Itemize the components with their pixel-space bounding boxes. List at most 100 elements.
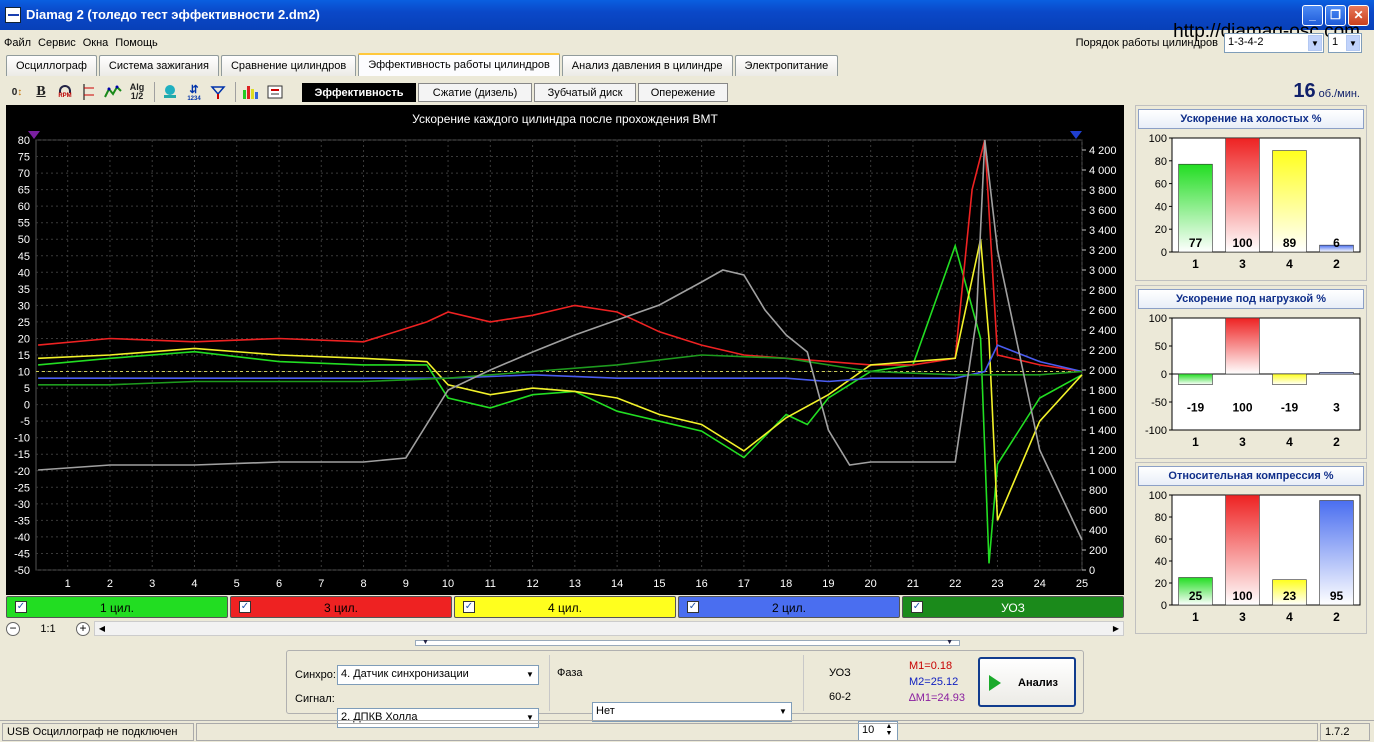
x-tick-label: 12 <box>526 578 538 590</box>
status-bar: USB Осциллограф не подключен 1.7.2 <box>0 720 1374 742</box>
menu-help[interactable]: Помощь <box>111 31 161 49</box>
y-axis: 80757065605550454035302520151050-5-10-15… <box>14 135 30 577</box>
bar-value-label: 77 <box>1189 236 1203 250</box>
firing-order-select[interactable]: 1-3-4-2 ▼ <box>1224 33 1324 53</box>
tab-cylinder-efficiency[interactable]: Эффективность работы цилиндров <box>358 53 560 76</box>
analyze-button[interactable]: Анализ <box>978 657 1076 707</box>
subtab-tooth-disk[interactable]: Зубчатый диск <box>534 82 636 102</box>
menu-windows[interactable]: Окна <box>79 31 112 49</box>
checkbox-icon[interactable]: ✓ <box>911 601 923 613</box>
y-tick-label: 60 <box>18 201 30 213</box>
y-tick-label: 55 <box>18 218 30 230</box>
zoom-out-icon[interactable]: − <box>6 621 20 636</box>
bar-y-tick-label: 80 <box>1155 156 1167 168</box>
checkbox-icon[interactable]: ✓ <box>15 601 27 613</box>
sync-icon[interactable]: ⇵ 1234 <box>183 81 205 103</box>
scroll-left-icon[interactable]: ◀ <box>95 622 109 635</box>
bar-y-tick-label: 40 <box>1155 556 1167 568</box>
y2-tick-label: 400 <box>1089 525 1107 537</box>
phase-select[interactable]: Нет ▼ <box>592 702 792 722</box>
panel-title: Ускорение под нагрузкой % <box>1138 289 1364 309</box>
checkbox-icon[interactable]: ✓ <box>687 601 699 613</box>
cylinder-select[interactable]: 1 ▼ <box>1328 33 1362 53</box>
bar-category-label: 2 <box>1333 610 1340 624</box>
uoz-label: УОЗ <box>829 667 851 679</box>
y-tick-label: 25 <box>18 317 30 329</box>
y-tick-label: -15 <box>14 449 30 461</box>
tab-cylinder-compare[interactable]: Сравнение цилиндров <box>220 55 357 76</box>
menu-file[interactable]: Файл <box>0 31 34 49</box>
y2-tick-label: 4 200 <box>1089 145 1117 157</box>
smooth-icon[interactable] <box>102 81 124 103</box>
tab-pressure-analysis[interactable]: Анализ давления в цилиндре <box>561 55 733 76</box>
y-tick-label: 15 <box>18 350 30 362</box>
efficiency-chart[interactable]: Ускорение каждого цилиндра после прохожд… <box>6 105 1124 595</box>
marker-icon[interactable] <box>207 81 229 103</box>
tab-power-supply[interactable]: Электропитание <box>734 55 839 76</box>
scroll-right-icon[interactable]: ▶ <box>1109 622 1123 635</box>
legend-cyl-3[interactable]: ✓ 3 цил. <box>230 596 452 618</box>
zero-shift-icon[interactable]: 0 ↕ <box>6 81 28 103</box>
y-tick-label: -30 <box>14 499 30 511</box>
analyze-label: Анализ <box>1018 677 1058 689</box>
zoom-in-icon[interactable]: + <box>76 621 90 636</box>
filter-icon[interactable] <box>159 81 181 103</box>
x-tick-label: 15 <box>653 578 665 590</box>
legend-uoz[interactable]: ✓ УОЗ <box>902 596 1124 618</box>
controls-panel: Синхро: 4. Датчик синхронизации ▼ Сигнал:… <box>286 650 1084 741</box>
divider <box>803 655 804 711</box>
tab-ignition[interactable]: Система зажигания <box>98 55 219 76</box>
legend-cyl-4[interactable]: ✓ 4 цил. <box>454 596 676 618</box>
y-tick-label: -5 <box>20 416 30 428</box>
bar-value-label: 89 <box>1283 236 1297 250</box>
export-icon[interactable] <box>264 81 286 103</box>
checkbox-icon[interactable]: ✓ <box>463 601 475 613</box>
sync-select[interactable]: 4. Датчик синхронизации ▼ <box>337 665 539 685</box>
y2-tick-label: 2 000 <box>1089 365 1117 377</box>
y-tick-label: 30 <box>18 300 30 312</box>
checkbox-icon[interactable]: ✓ <box>239 601 251 613</box>
bar-cyl-3 <box>1225 137 1260 253</box>
tab-oscilloscope[interactable]: Осциллограф <box>6 55 97 76</box>
bar-cyl-1 <box>1178 373 1213 385</box>
horizontal-scrollbar[interactable]: ◀ ▶ <box>94 621 1124 636</box>
panel-title: Относительная компрессия % <box>1138 466 1364 486</box>
alg-ratio: 1/2 <box>130 91 144 101</box>
bar-category-label: 1 <box>1192 435 1199 449</box>
y2-tick-label: 800 <box>1089 485 1107 497</box>
bar-category-label: 2 <box>1333 435 1340 449</box>
y2-axis: 4 200 4 000 3 800 3 600 3 400 3 200 3 000 2 800… <box>1082 145 1117 577</box>
panel-idle-acceleration: Ускорение на холостых % 100 80 60 40 20 0 77 1 1… <box>1135 105 1367 281</box>
bar-value-label: 25 <box>1189 589 1203 603</box>
subtab-compression[interactable]: Сжатие (дизель) <box>418 82 532 102</box>
scale-icon[interactable] <box>78 81 100 103</box>
legend-label: 1 цил. <box>100 601 134 615</box>
y2-tick-label: 3 400 <box>1089 225 1117 237</box>
y2-tick-label: 1 000 <box>1089 465 1117 477</box>
y2-tick-label: 1 600 <box>1089 405 1117 417</box>
menu-service[interactable]: Сервис <box>34 31 79 49</box>
legend-cyl-1[interactable]: ✓ 1 цил. <box>6 596 228 618</box>
subtab-efficiency[interactable]: Эффективность <box>302 82 416 102</box>
bar-cyl-3 <box>1225 317 1260 375</box>
app-icon <box>5 7 21 23</box>
y2-tick-label: 3 600 <box>1089 205 1117 217</box>
main-tabs: Осциллограф Система зажигания Сравнение … <box>6 53 840 77</box>
splitter[interactable]: ▼ ▼ <box>415 639 960 646</box>
x-tick-label: 6 <box>276 578 282 590</box>
subtab-advance[interactable]: Опережение <box>638 82 728 102</box>
x-tick-label: 1 <box>65 578 71 590</box>
sync-value: 4. Датчик синхронизации <box>341 668 469 680</box>
bars-icon[interactable] <box>240 81 262 103</box>
bar-y-tick-label: 100 <box>1149 133 1167 145</box>
legend-label: УОЗ <box>1001 601 1025 615</box>
alg-icon[interactable]: Alg 1/2 <box>126 81 148 103</box>
bar-y-tick-label: 0 <box>1161 247 1167 259</box>
marker-m2-icon[interactable] <box>1070 131 1082 139</box>
y-tick-label: 75 <box>18 152 30 164</box>
y2-tick-label: 1 400 <box>1089 425 1117 437</box>
relative-compression-chart: 100 80 60 40 20 0 25 1 100 3 23 4 95 2 <box>1149 490 1361 624</box>
rpm-icon[interactable]: RPM <box>54 81 76 103</box>
bold-icon[interactable]: B <box>30 81 52 103</box>
legend-cyl-2[interactable]: ✓ 2 цил. <box>678 596 900 618</box>
